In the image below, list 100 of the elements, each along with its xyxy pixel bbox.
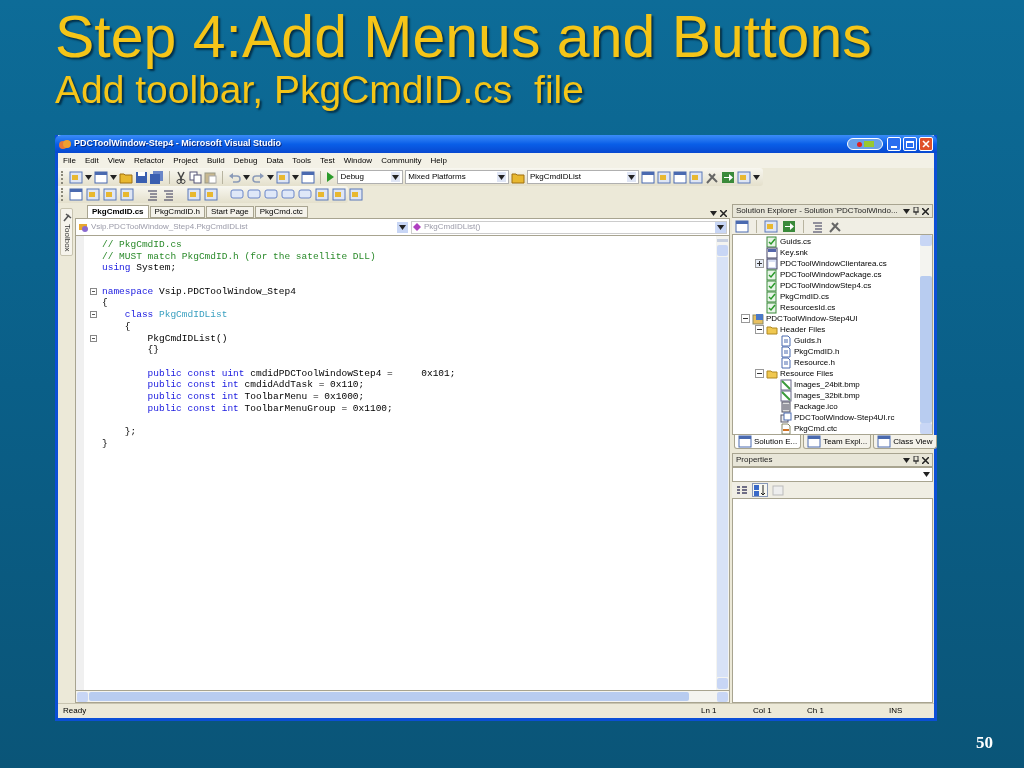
vertical-scrollbar[interactable] [716, 236, 729, 690]
caret-icon[interactable] [497, 174, 505, 180]
panel-title: Solution Explorer - Solution 'PDCToolWindo... [736, 205, 899, 217]
collapse-toggle[interactable] [90, 288, 97, 296]
disks-icon[interactable] [149, 170, 164, 184]
window-icon[interactable] [673, 170, 687, 184]
caret-icon[interactable] [399, 224, 406, 230]
close-icon[interactable] [720, 210, 727, 217]
menu-item[interactable]: Debug [233, 154, 258, 167]
window-icon[interactable] [69, 188, 83, 201]
document-tab[interactable]: PkgCmdID.h [149, 206, 205, 218]
status-text: Ch 1 [807, 705, 825, 717]
vertical-scrollbar[interactable] [920, 235, 932, 434]
caret-icon[interactable] [392, 174, 400, 180]
collapse-toggle[interactable] [90, 334, 97, 342]
collapse-toggle[interactable] [754, 325, 764, 334]
panel-icon[interactable] [738, 435, 752, 448]
tree-item[interactable]: Images_32bit.bmp [794, 389, 860, 402]
configuration-dropdown[interactable]: Debug [337, 170, 404, 184]
tree-item[interactable]: PkgCmdID.h [794, 345, 840, 358]
tree-item[interactable]: Guids.h [794, 334, 822, 347]
caret-icon[interactable] [903, 208, 910, 214]
scissors-icon[interactable] [174, 170, 187, 184]
lines-icon[interactable] [162, 188, 175, 201]
menu-item[interactable]: Build [207, 154, 225, 167]
panel-icon[interactable] [807, 435, 822, 448]
document-tab[interactable]: PkgCmd.ctc [254, 206, 308, 218]
close-icon[interactable] [922, 207, 929, 215]
tree-item[interactable]: PDCToolWindow-Step4UI [766, 312, 858, 325]
tree-item[interactable]: Key.snk [780, 246, 808, 259]
menu-item[interactable]: Refactor [133, 154, 165, 167]
tree-item[interactable]: ResourcesId.cs [780, 301, 836, 314]
view-button[interactable] [734, 483, 750, 497]
platform-dropdown[interactable]: Mixed Platforms [405, 170, 509, 184]
tree-item[interactable]: Resource Files [780, 367, 834, 380]
window-icon[interactable] [641, 170, 655, 184]
caret-icon[interactable] [84, 174, 92, 180]
clipboard-icon[interactable] [203, 170, 217, 184]
lines-icon[interactable] [146, 188, 159, 201]
menu-item[interactable]: Edit [84, 154, 99, 167]
tree-item[interactable]: PkgCmdID.cs [780, 290, 829, 303]
menu-item[interactable]: Test [320, 154, 335, 167]
caret-icon[interactable] [753, 174, 760, 180]
menu-item[interactable]: View [107, 154, 125, 167]
copy-icon[interactable] [188, 170, 202, 184]
tree-item[interactable]: PDCToolWindowClientarea.cs [780, 257, 887, 270]
tree-item[interactable]: PDCToolWindowStep4.cs [780, 279, 872, 292]
maximize-button[interactable] [903, 137, 917, 151]
tree-item[interactable]: Images_24bit.bmp [794, 378, 860, 391]
document-tab[interactable]: PkgCmdID.cs [87, 205, 149, 218]
tools-icon[interactable] [705, 170, 719, 184]
panel-tab[interactable]: Team Expl... [803, 435, 872, 449]
caret-icon[interactable] [242, 174, 250, 180]
view-button[interactable] [752, 483, 768, 497]
collapse-toggle[interactable] [740, 314, 750, 323]
panel-tab[interactable]: Class View [873, 435, 937, 449]
window-icon[interactable] [735, 219, 749, 233]
arrow-icon[interactable] [782, 219, 796, 233]
caret-icon[interactable] [291, 174, 299, 180]
pin-icon[interactable] [913, 456, 919, 464]
toolbox-tab[interactable]: Toolbox [60, 208, 73, 256]
expand-toggle[interactable] [754, 259, 764, 268]
lines-icon[interactable] [811, 219, 824, 233]
collapse-toggle[interactable] [90, 311, 97, 319]
arrow-icon[interactable] [721, 170, 735, 184]
tree-item[interactable]: Package.ico [794, 400, 838, 413]
status-text: Ln 1 [701, 705, 718, 717]
menu-item[interactable]: Help [430, 154, 448, 167]
tree-item[interactable]: PDCToolWindow-Step4UI.rc [794, 411, 895, 424]
find-dropdown[interactable]: PkgCmdIDList [526, 170, 639, 184]
caret-icon[interactable] [628, 174, 635, 180]
tree-item[interactable]: Guids.cs [780, 235, 812, 248]
caret-icon[interactable] [717, 224, 724, 230]
menu-item[interactable]: Project [173, 154, 199, 167]
window-icon[interactable] [93, 170, 108, 184]
caret-icon[interactable] [266, 174, 274, 180]
tree-item[interactable]: Resource.h [794, 356, 835, 369]
collapse-toggle[interactable] [754, 369, 764, 378]
status-text: Ready [63, 705, 88, 717]
menu-item[interactable]: Community [381, 154, 422, 167]
tools-icon[interactable] [828, 219, 842, 233]
caret-icon[interactable] [923, 472, 930, 477]
close-icon[interactable] [922, 456, 929, 464]
panel-icon[interactable] [877, 435, 892, 448]
menu-item[interactable]: File [63, 154, 76, 167]
document-tab[interactable]: Start Page [205, 206, 254, 218]
tree-item[interactable]: PkgCmd.ctc [794, 422, 838, 435]
tree-item[interactable]: Header Files [780, 323, 826, 336]
caret-icon[interactable] [903, 457, 910, 463]
minimize-button[interactable] [887, 137, 901, 151]
pin-icon[interactable] [913, 207, 919, 215]
caret-icon[interactable] [710, 211, 717, 216]
menu-item[interactable]: Window [343, 154, 373, 167]
menu-item[interactable]: Data [266, 154, 284, 167]
menu-item[interactable]: Tools [292, 154, 311, 167]
caret-icon[interactable] [109, 174, 117, 180]
window-icon[interactable] [300, 170, 315, 184]
horizontal-scrollbar[interactable] [75, 690, 730, 703]
tree-item[interactable]: PDCToolWindowPackage.cs [780, 268, 882, 281]
folder-icon[interactable] [510, 170, 525, 184]
